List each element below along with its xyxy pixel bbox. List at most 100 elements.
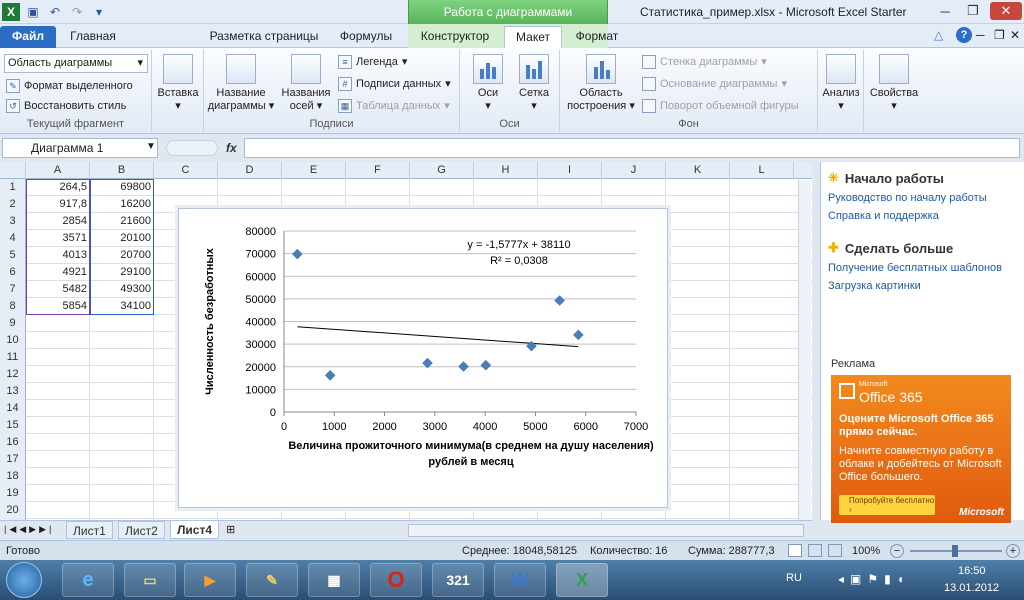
page-layout-view-icon[interactable] <box>808 544 822 557</box>
column-header[interactable]: C <box>154 162 218 179</box>
close-button[interactable]: ✕ <box>990 2 1022 20</box>
data-table-button[interactable]: ▦ Таблица данных ▾ <box>338 96 450 116</box>
row-header[interactable]: 12 <box>0 366 26 383</box>
row-header[interactable]: 16 <box>0 434 26 451</box>
excel-logo-icon[interactable]: X <box>2 3 20 21</box>
tab-file[interactable]: Файл <box>0 26 56 48</box>
sheet-tab[interactable]: Лист1 <box>66 521 113 539</box>
tab-format[interactable]: Формат <box>566 26 628 48</box>
column-header[interactable]: D <box>218 162 282 179</box>
zoom-slider-thumb[interactable] <box>952 545 958 557</box>
maximize-button[interactable]: ❐ <box>960 2 986 20</box>
chart-floor-button[interactable]: Основание диаграммы ▾ <box>642 74 787 94</box>
cell[interactable]: 5482 <box>26 281 90 298</box>
column-header[interactable]: J <box>602 162 666 179</box>
cell[interactable]: 2854 <box>26 213 90 230</box>
tab-design[interactable]: Конструктор <box>412 26 498 48</box>
plot-area-button[interactable]: Область построения ▾ <box>564 54 638 113</box>
cell[interactable]: 21600 <box>90 213 154 230</box>
worksheet-grid[interactable]: A B C D E F G H I J K L 1 264,5 69800 2 917,8 16200 3 2854 2… <box>0 162 812 520</box>
data-point[interactable] <box>324 369 336 381</box>
chart-element-dropdown[interactable]: Область диаграммы ▾ <box>4 54 148 73</box>
cell[interactable]: 20100 <box>90 230 154 247</box>
minimize-button[interactable]: ─ <box>932 2 958 20</box>
data-point[interactable] <box>480 359 492 371</box>
formula-input[interactable] <box>244 138 1020 158</box>
column-header[interactable]: F <box>346 162 410 179</box>
doc-minimize-icon[interactable]: ─ <box>976 28 985 42</box>
chart-area[interactable]: 0 10000 20000 30000 40000 50000 60000 70000 8000… <box>178 208 668 508</box>
opera-taskbar-icon[interactable]: O <box>370 563 422 597</box>
row-header[interactable]: 5 <box>0 247 26 264</box>
reset-style-button[interactable]: ↺ Восстановить стиль <box>6 96 126 116</box>
row-header[interactable]: 11 <box>0 349 26 366</box>
data-labels-button[interactable]: # Подписи данных ▾ <box>338 74 451 94</box>
doc-restore-icon[interactable]: ❐ <box>994 28 1005 42</box>
tools-taskbar-icon[interactable]: ✎ <box>246 563 298 597</box>
customize-qat-icon[interactable]: ▾ <box>90 3 108 21</box>
ad-try-button[interactable]: Попробуйте бесплатно › <box>839 495 935 515</box>
free-templates-link[interactable]: Получение бесплатных шаблонов <box>828 262 1002 274</box>
cell[interactable]: 4013 <box>26 247 90 264</box>
name-box[interactable]: Диаграмма 1 <box>2 138 158 158</box>
horizontal-scrollbar[interactable] <box>408 524 804 537</box>
row-header[interactable]: 7 <box>0 281 26 298</box>
insert-button[interactable]: Вставка ▾ <box>156 54 200 113</box>
office365-ad[interactable]: Microsoft Office 365 Оцените Microsoft O… <box>831 375 1011 523</box>
format-selection-button[interactable]: ✎ Формат выделенного <box>6 76 133 96</box>
media-player-taskbar-icon[interactable]: ▶ <box>184 563 236 597</box>
start-button[interactable] <box>6 562 42 598</box>
clip-art-link[interactable]: Загрузка картинки <box>828 280 921 292</box>
column-header[interactable]: E <box>282 162 346 179</box>
cell[interactable]: 16200 <box>90 196 154 213</box>
row-header[interactable]: 6 <box>0 264 26 281</box>
row-header[interactable]: 9 <box>0 315 26 332</box>
column-header[interactable]: H <box>474 162 538 179</box>
axes-button[interactable]: Оси ▾ <box>466 54 510 113</box>
data-point[interactable] <box>554 295 566 306</box>
cell[interactable]: 5854 <box>26 298 90 315</box>
video-player-taskbar-icon[interactable]: 321 <box>432 563 484 597</box>
undo-icon[interactable]: ↶ <box>46 3 64 21</box>
cell[interactable]: 34100 <box>90 298 154 315</box>
sheet-nav-icon[interactable]: |◀◀▶▶| <box>4 524 54 535</box>
column-header[interactable]: B <box>90 162 154 179</box>
zoom-level[interactable]: 100% <box>852 541 880 561</box>
new-sheet-icon[interactable]: ⊞ <box>226 523 235 536</box>
column-header[interactable]: A <box>26 162 90 179</box>
chevron-down-icon[interactable]: ▼ <box>146 141 156 152</box>
data-point[interactable] <box>573 329 584 341</box>
chart-title-button[interactable]: Название диаграммы ▾ <box>206 54 276 113</box>
rotation-3d-button[interactable]: Поворот объемной фигуры <box>642 96 799 116</box>
row-header[interactable]: 2 <box>0 196 26 213</box>
gridlines-button[interactable]: Сетка ▾ <box>512 54 556 113</box>
cell[interactable]: 3571 <box>26 230 90 247</box>
row-header[interactable]: 1 <box>0 179 26 196</box>
getting-started-link[interactable]: Руководство по началу работы <box>828 192 987 204</box>
cell[interactable]: 69800 <box>90 179 154 196</box>
language-indicator[interactable]: RU <box>786 572 802 584</box>
formula-resize-handle[interactable] <box>166 140 218 156</box>
row-header[interactable]: 14 <box>0 400 26 417</box>
cell[interactable]: 29100 <box>90 264 154 281</box>
sheet-tab-active[interactable]: Лист4 <box>170 521 220 539</box>
vertical-scrollbar[interactable] <box>798 180 811 520</box>
chart-wall-button[interactable]: Стенка диаграммы ▾ <box>642 52 767 72</box>
row-header[interactable]: 20 <box>0 502 26 519</box>
row-header[interactable]: 4 <box>0 230 26 247</box>
clock-date[interactable]: 13.01.2012 <box>944 582 999 594</box>
tab-layout[interactable]: Макет <box>504 26 562 48</box>
row-header[interactable]: 15 <box>0 417 26 434</box>
tab-formulas[interactable]: Формулы <box>330 26 402 48</box>
redo-icon[interactable]: ↷ <box>68 3 86 21</box>
normal-view-icon[interactable] <box>788 544 802 557</box>
column-header[interactable]: G <box>410 162 474 179</box>
insert-function-icon[interactable]: fx <box>226 138 244 158</box>
data-point[interactable] <box>458 361 469 372</box>
row-header[interactable]: 13 <box>0 383 26 400</box>
word-taskbar-icon[interactable]: W <box>494 563 546 597</box>
clock-time[interactable]: 16:50 <box>958 565 986 577</box>
help-support-link[interactable]: Справка и поддержка <box>828 210 939 222</box>
column-header[interactable]: I <box>538 162 602 179</box>
cell[interactable]: 264,5 <box>26 179 90 196</box>
